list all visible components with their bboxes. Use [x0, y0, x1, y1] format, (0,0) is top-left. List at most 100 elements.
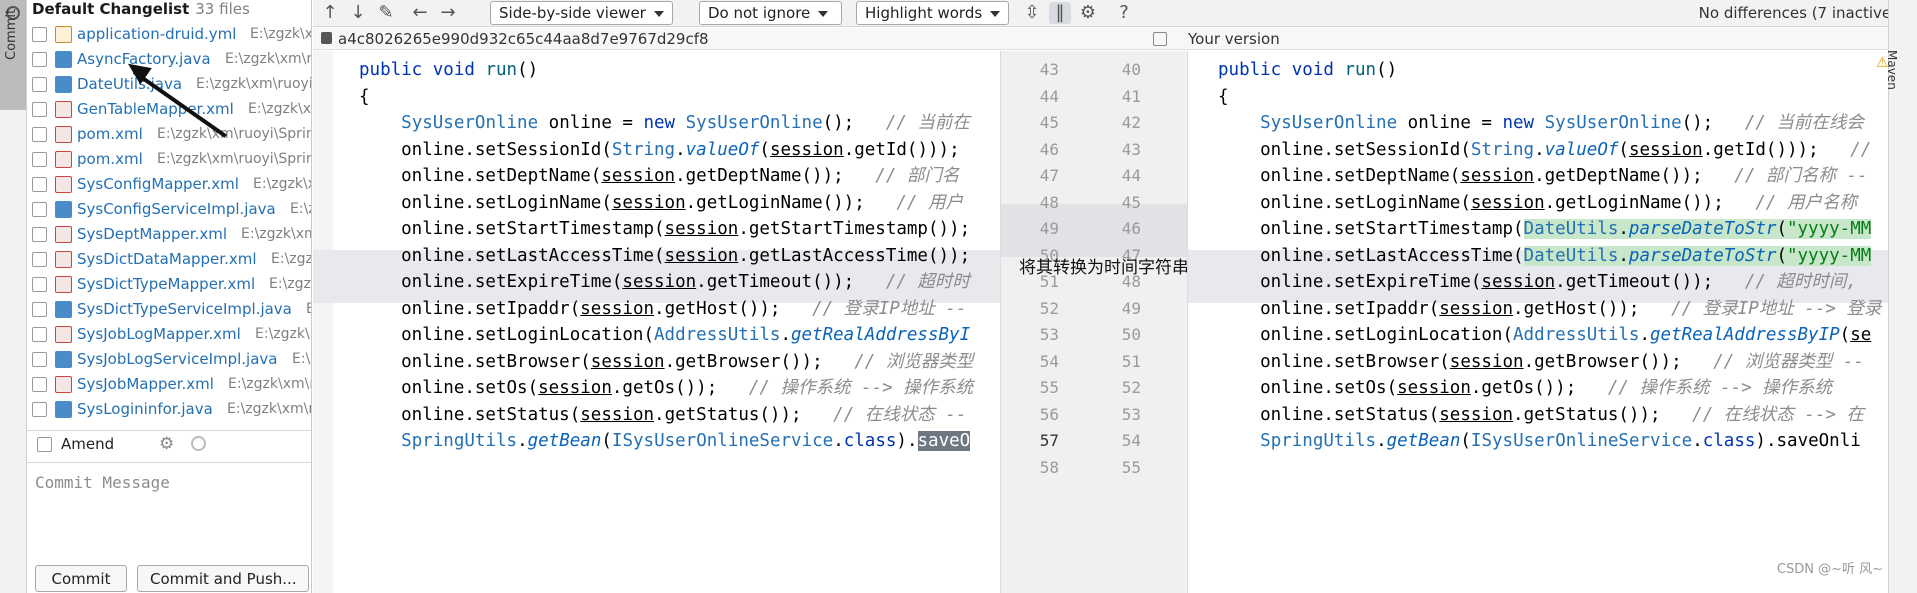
file-checkbox[interactable]	[32, 327, 47, 342]
xml-file-icon	[55, 376, 72, 393]
changed-file-row[interactable]: AsyncFactory.javaE:\zgzk\xm\ruo	[27, 47, 311, 72]
edit-pencil-icon[interactable]: ✎	[375, 2, 397, 24]
changed-file-row[interactable]: pom.xml E:\zgzk\xm\ruoyi\Sprin	[27, 147, 312, 172]
code-line[interactable]: online.setOs(session.getOs()); // 操作系统 -…	[1218, 375, 1888, 401]
file-path: E:\zg	[292, 351, 311, 367]
code-line[interactable]: online.setLoginLocation(AddressUtils.get…	[1218, 322, 1888, 348]
amend-row: Amend ⚙	[27, 430, 311, 458]
file-checkbox[interactable]	[32, 202, 47, 217]
file-checkbox[interactable]	[32, 127, 47, 142]
commit-tab-label: Commit	[4, 8, 19, 60]
help-icon[interactable]: ?	[1113, 2, 1135, 24]
changed-file-row[interactable]: SysConfigServiceImpl.java E:\z	[27, 197, 311, 222]
file-checkbox[interactable]	[32, 152, 47, 167]
changed-file-row[interactable]: SysJobLogMapper.xml E:\zgzk\	[27, 322, 311, 347]
changed-file-row[interactable]: SysDictDataMapper.xml E:\zgzk	[27, 247, 311, 272]
code-line[interactable]: online.setDeptName(session.getDeptName()…	[1218, 163, 1888, 189]
sync-scroll-icon[interactable]: ‖	[1049, 2, 1071, 24]
commit-and-push-button[interactable]: Commit and Push...	[137, 565, 309, 592]
left-line-number: 44	[1039, 86, 1059, 106]
file-checkbox[interactable]	[32, 302, 47, 317]
file-checkbox[interactable]	[32, 77, 47, 92]
code-line[interactable]: online.setLoginName(session.getLoginName…	[359, 190, 1000, 216]
left-editor-pane[interactable]: public void run(){ SysUserOnline online …	[313, 51, 1000, 593]
viewer-mode-value: Side-by-side viewer	[499, 4, 646, 22]
java-file-icon	[55, 51, 72, 68]
highlight-mode-dropdown[interactable]: Highlight words	[856, 1, 1009, 25]
file-path: E:\zgzk\xm\ruoyi\Sprin	[157, 151, 312, 167]
code-line[interactable]: online.setExpireTime(session.getTimeout(…	[1218, 269, 1888, 295]
code-line[interactable]: online.setSessionId(String.valueOf(sessi…	[1218, 137, 1888, 163]
code-line[interactable]	[359, 455, 1000, 481]
changelist-header[interactable]: Default Changelist 33 files	[32, 0, 250, 20]
code-line[interactable]: online.setLastAccessTime(session.getLast…	[359, 243, 1000, 269]
left-line-number: 52	[1039, 298, 1059, 318]
code-line[interactable]: SysUserOnline online = new SysUserOnline…	[1218, 110, 1888, 136]
commit-tool-tab[interactable]: Commit	[0, 0, 26, 110]
file-path: E:\zgzk\xm	[250, 26, 311, 42]
code-line[interactable]: online.setStatus(session.getStatus()); /…	[359, 402, 1000, 428]
code-line[interactable]: public void run()	[1218, 57, 1888, 83]
arrow-down-icon[interactable]: ↓	[347, 2, 369, 24]
file-checkbox[interactable]	[32, 277, 47, 292]
code-line[interactable]: online.setDeptName(session.getDeptName()…	[359, 163, 1000, 189]
changed-file-row[interactable]: SysLogininfor.java E:\zgzk\xm\ru	[27, 397, 311, 422]
file-checkbox[interactable]	[32, 377, 47, 392]
changed-file-row[interactable]: SysJobMapper.xml E:\zgzk\xm\r	[27, 372, 311, 397]
settings-gear-icon[interactable]: ⚙	[1077, 2, 1099, 24]
code-line[interactable]: online.setIpaddr(session.getHost()); // …	[359, 296, 1000, 322]
changed-file-row[interactable]: application-druid.yml E:\zgzk\xm	[27, 22, 311, 47]
file-checkbox[interactable]	[32, 177, 47, 192]
code-line[interactable]: online.setExpireTime(session.getTimeout(…	[359, 269, 1000, 295]
code-line[interactable]: {	[1218, 84, 1888, 110]
code-line[interactable]: {	[359, 84, 1000, 110]
code-line[interactable]: online.setLastAccessTime(DateUtils.parse…	[1218, 243, 1888, 269]
changed-file-row[interactable]: pom.xml E:\zgzk\xm\ruoyi\Sprin	[27, 122, 311, 147]
changed-file-row[interactable]: SysDictTypeServiceImpl.java E:\	[27, 297, 311, 322]
file-checkbox[interactable]	[32, 27, 47, 42]
code-line[interactable]: online.setStartTimestamp(DateUtils.parse…	[1218, 216, 1888, 242]
ignore-mode-dropdown[interactable]: Do not ignore	[699, 1, 842, 25]
code-line[interactable]: online.setIpaddr(session.getHost()); // …	[1218, 296, 1888, 322]
code-line[interactable]: SysUserOnline online = new SysUserOnline…	[359, 110, 1000, 136]
code-line[interactable]: SpringUtils.getBean(ISysUserOnlineServic…	[1218, 428, 1888, 454]
yml-file-icon	[55, 26, 72, 43]
right-line-number: 54	[1121, 431, 1141, 450]
changed-file-row[interactable]: GenTableMapper.xml E:\zgzk\xm	[27, 97, 311, 122]
code-line[interactable]	[1218, 455, 1888, 481]
file-checkbox[interactable]	[32, 252, 47, 267]
file-checkbox[interactable]	[32, 52, 47, 67]
your-version-checkbox[interactable]	[1153, 32, 1167, 46]
code-line[interactable]: online.setStartTimestamp(session.getStar…	[359, 216, 1000, 242]
commit-button[interactable]: Commit	[35, 565, 127, 592]
file-checkbox[interactable]	[32, 402, 47, 417]
arrow-back-icon[interactable]: ←	[409, 2, 431, 24]
changed-file-row[interactable]: SysJobLogServiceImpl.java E:\zg	[27, 347, 311, 372]
code-line[interactable]: online.setStatus(session.getStatus()); /…	[1218, 402, 1888, 428]
changed-file-row[interactable]: SysConfigMapper.xml E:\zgzk\x	[27, 172, 311, 197]
file-checkbox[interactable]	[32, 102, 47, 117]
amend-checkbox[interactable]	[37, 437, 52, 452]
changed-file-row[interactable]: SysDictTypeMapper.xml E:\zgzk	[27, 272, 311, 297]
history-clock-icon[interactable]	[191, 436, 206, 451]
code-line[interactable]: online.setLoginLocation(AddressUtils.get…	[359, 322, 1000, 348]
collapse-unchanged-icon[interactable]: ⇳	[1021, 2, 1043, 24]
viewer-mode-dropdown[interactable]: Side-by-side viewer	[490, 1, 673, 25]
right-editor-pane[interactable]: public void run(){ SysUserOnline online …	[1188, 51, 1888, 593]
warning-icon[interactable]: ⚠	[1876, 55, 1889, 71]
commit-message-area[interactable]: Commit Message	[27, 462, 311, 562]
gear-icon[interactable]: ⚙	[159, 434, 174, 454]
file-checkbox[interactable]	[32, 352, 47, 367]
code-line[interactable]: online.setLoginName(session.getLoginName…	[1218, 190, 1888, 216]
code-line[interactable]: SpringUtils.getBean(ISysUserOnlineServic…	[359, 428, 1000, 454]
code-line[interactable]: online.setOs(session.getOs()); // 操作系统 -…	[359, 375, 1000, 401]
code-line[interactable]: online.setBrowser(session.getBrowser());…	[1218, 349, 1888, 375]
arrow-up-icon[interactable]: ↑	[319, 2, 341, 24]
code-line[interactable]: online.setBrowser(session.getBrowser());…	[359, 349, 1000, 375]
changed-file-row[interactable]: DateUtils.java E:\zgzk\xm\ruoyi\	[27, 72, 311, 97]
arrow-forward-icon[interactable]: →	[437, 2, 459, 24]
file-checkbox[interactable]	[32, 227, 47, 242]
changed-file-row[interactable]: SysDeptMapper.xml E:\zgzk\xm	[27, 222, 311, 247]
code-line[interactable]: public void run()	[359, 57, 1000, 83]
code-line[interactable]: online.setSessionId(String.valueOf(sessi…	[359, 137, 1000, 163]
